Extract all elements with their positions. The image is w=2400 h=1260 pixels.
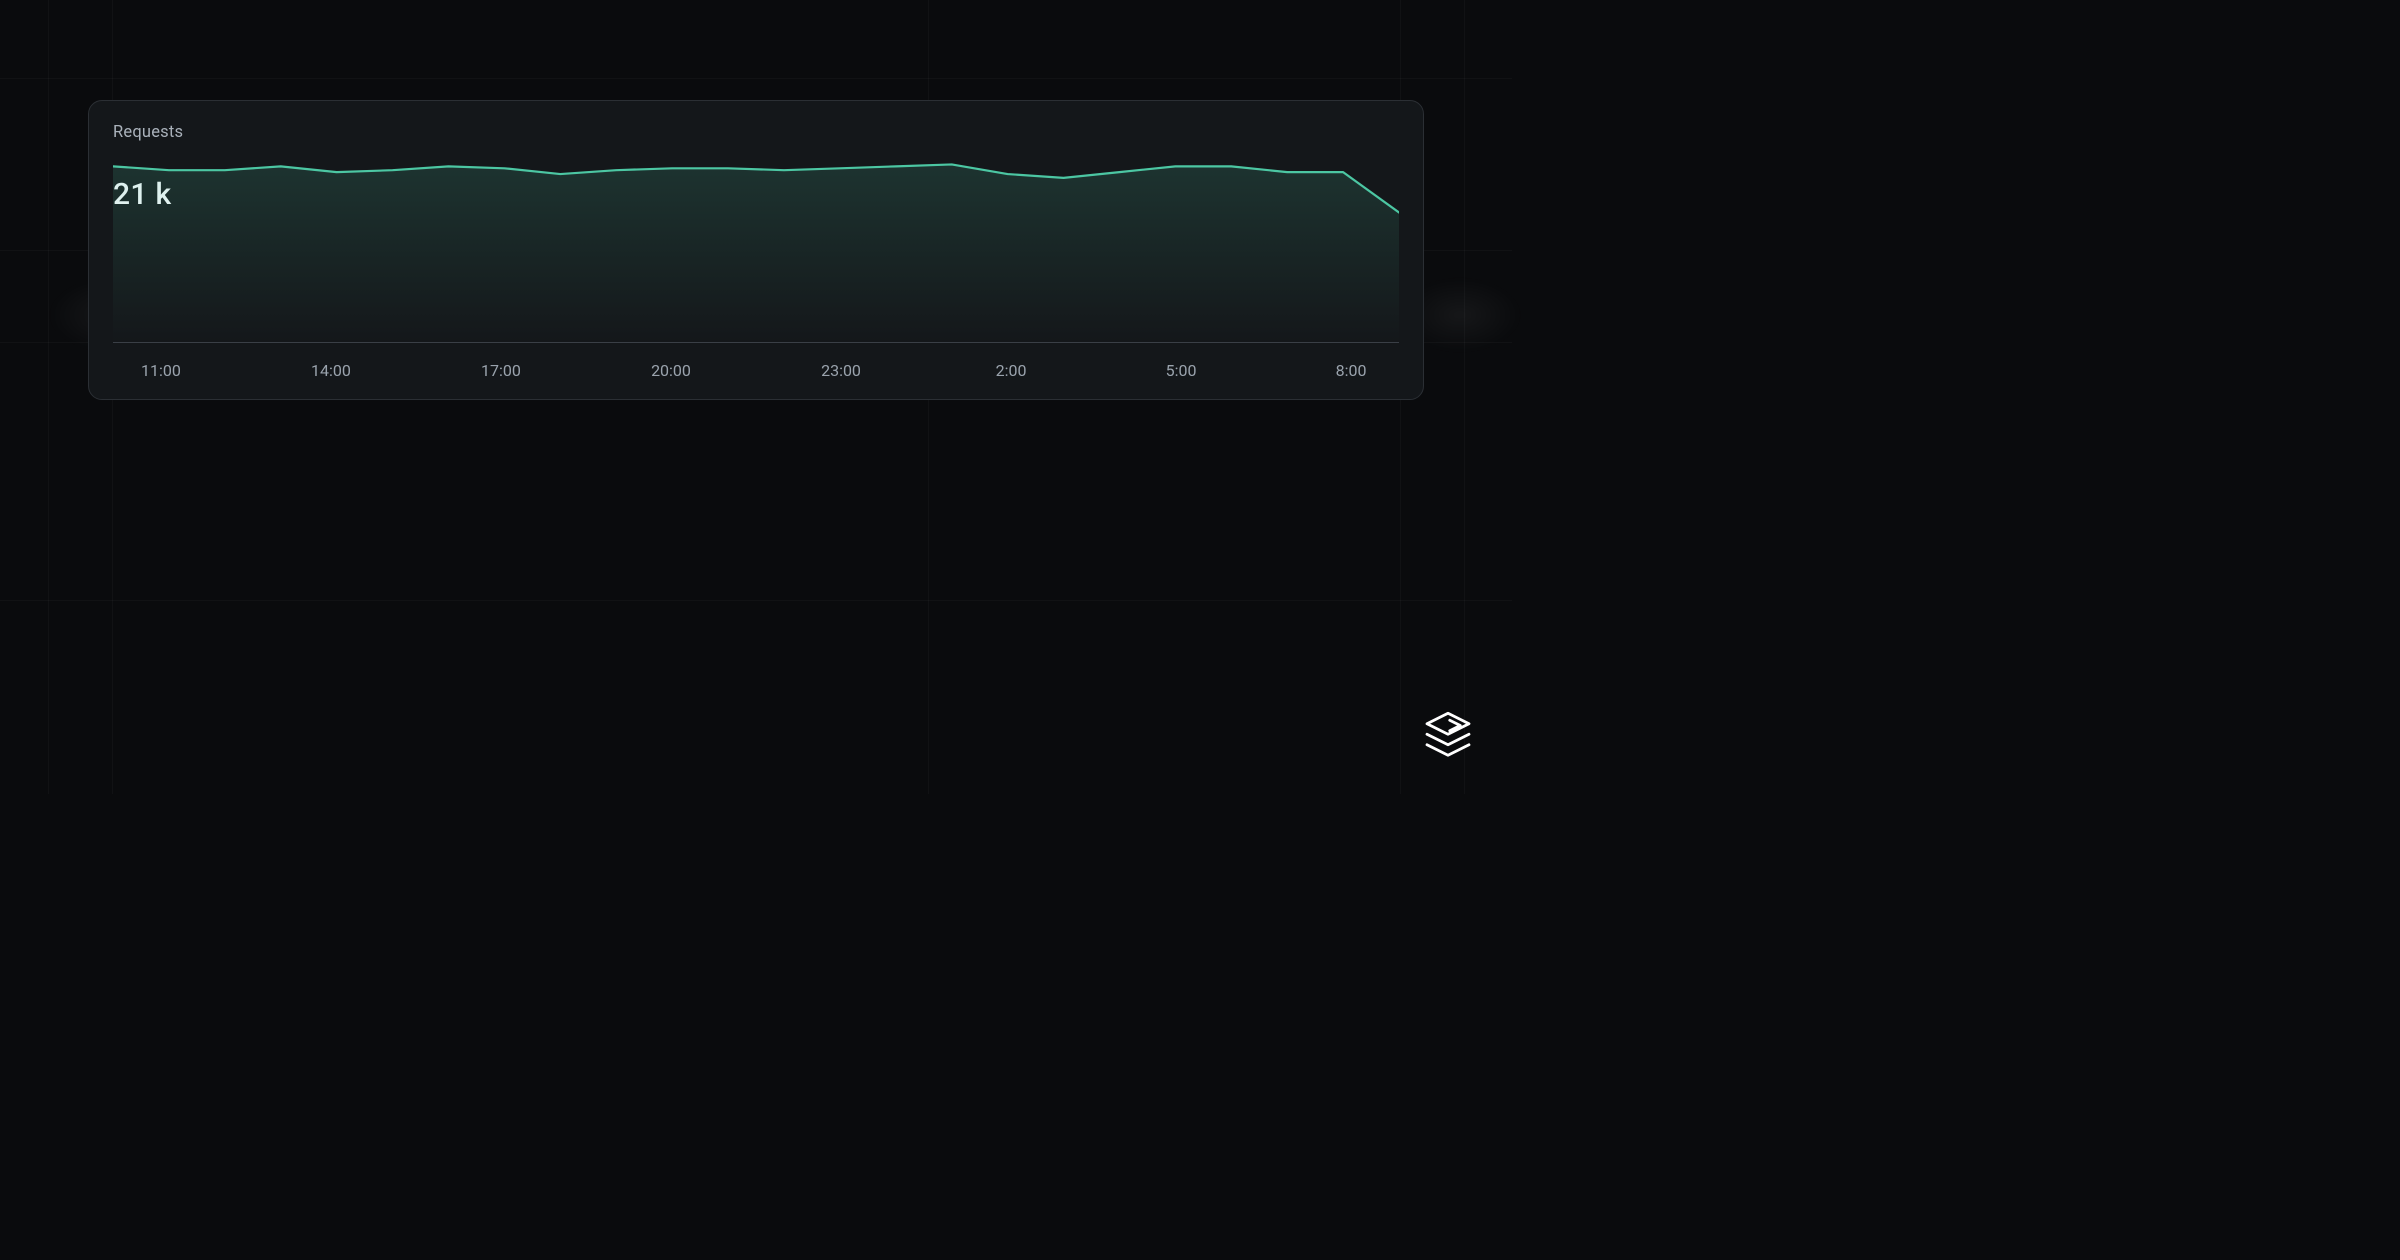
- x-tick-label: 14:00: [311, 361, 351, 380]
- chart-plot-area: [113, 151, 1399, 343]
- chart-svg: [113, 151, 1399, 343]
- x-tick-label: 23:00: [821, 361, 861, 380]
- x-tick-label: 8:00: [1336, 361, 1367, 380]
- x-tick-label: 20:00: [651, 361, 691, 380]
- card-title: Requests: [113, 123, 1399, 142]
- x-tick-label: 5:00: [1166, 361, 1197, 380]
- brand-logo-icon: [1420, 708, 1476, 764]
- x-tick-label: 2:00: [996, 361, 1027, 380]
- x-tick-label: 11:00: [141, 361, 181, 380]
- requests-card: Requests 21 k 11:0014:0017:0020:0023:002…: [88, 100, 1424, 400]
- x-tick-label: 17:00: [481, 361, 521, 380]
- x-axis-labels: 11:00 14:00 17:00 20:00 23:00 2:00 5:00 8:00: [113, 361, 1399, 385]
